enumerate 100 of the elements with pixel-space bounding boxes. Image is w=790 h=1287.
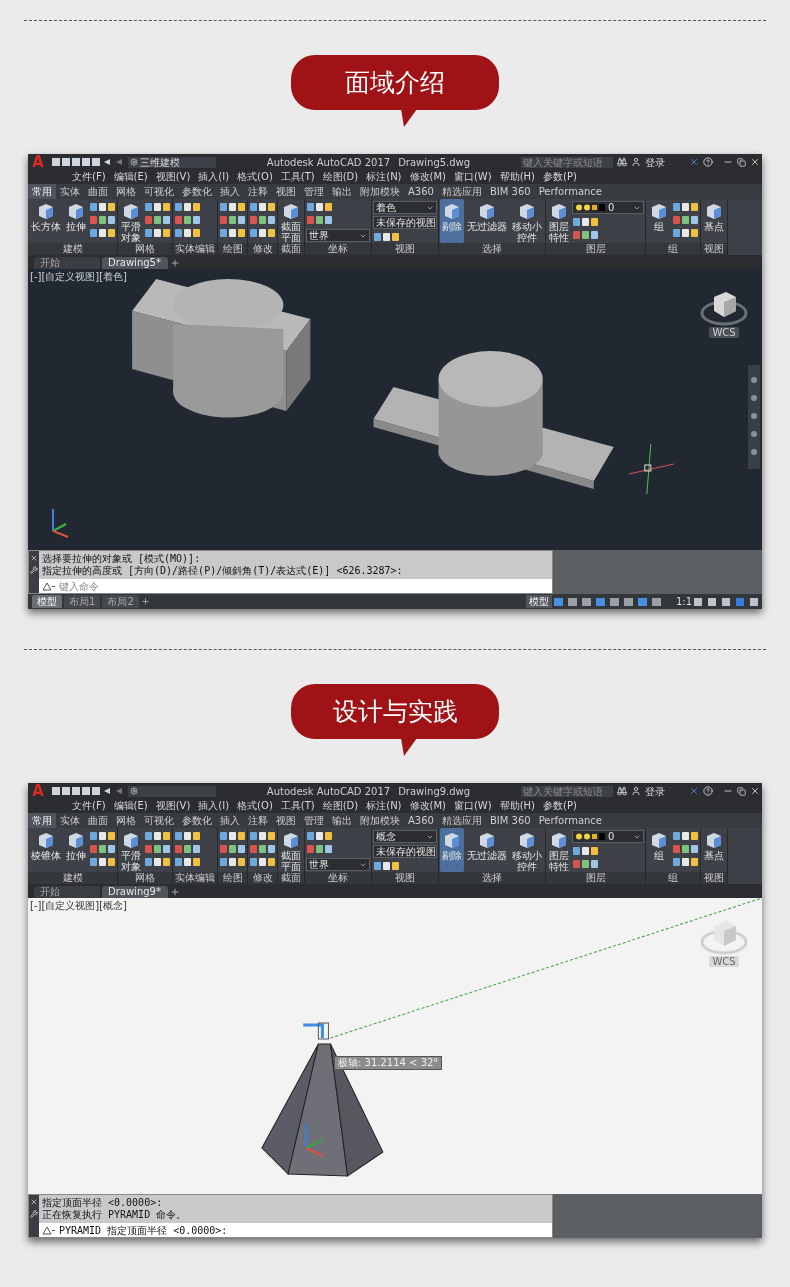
menu-item[interactable]: 文件(F) — [68, 799, 110, 813]
ribbon-tab[interactable]: 精选应用 — [437, 813, 486, 828]
ribbon-tab[interactable]: 视图 — [272, 813, 300, 828]
ribbon-button[interactable]: 基点 — [702, 828, 726, 872]
tool-icons-drawing[interactable] — [174, 201, 201, 240]
panel-title[interactable]: 绘图 — [218, 243, 247, 255]
search-field[interactable]: 键入关键字或短语 — [521, 156, 613, 168]
panel-title[interactable]: 建模 — [28, 872, 117, 884]
ribbon-button[interactable]: 截面平面 — [279, 828, 303, 872]
ribbon-button[interactable]: 组 — [647, 828, 671, 872]
viewport-label[interactable]: [-][自定义视图][着色] — [30, 271, 128, 282]
tool-icons-drawing[interactable] — [373, 860, 400, 873]
layer-dropdown[interactable]: 0 — [572, 830, 644, 843]
tool-icons-drawing[interactable] — [572, 216, 599, 242]
menu-item[interactable]: 插入(I) — [194, 799, 234, 813]
ribbon-tab[interactable]: A360 — [404, 813, 438, 828]
restore-icon[interactable] — [737, 786, 746, 796]
panel-title[interactable]: 视图 — [372, 243, 438, 255]
ribbon-button[interactable]: 拉伸 — [64, 828, 88, 872]
ribbon-button[interactable]: 剔除 — [440, 199, 464, 243]
ribbon-button[interactable]: 拉伸 — [64, 199, 88, 243]
panel-title[interactable]: 组 — [646, 243, 700, 255]
view-dropdown[interactable]: 未保存的视图 — [373, 845, 437, 858]
ribbon-tab[interactable]: 常用 — [28, 813, 56, 828]
layout-tab[interactable]: 布局1 — [64, 595, 101, 608]
menu-item[interactable]: 窗口(W) — [449, 170, 496, 184]
menu-item[interactable]: 绘图(D) — [318, 799, 363, 813]
panel-title[interactable]: 选择 — [439, 243, 545, 255]
ribbon-button[interactable]: 剔除 — [440, 828, 464, 872]
ribbon-button[interactable]: 图层特性 — [547, 828, 571, 872]
login-link[interactable]: 登录 — [645, 783, 665, 799]
layout-tab[interactable]: 模型 — [32, 595, 62, 608]
panel-title[interactable]: 修改 — [248, 872, 277, 884]
file-tab[interactable]: 开始 — [34, 886, 100, 898]
tool-icons-drawing[interactable] — [373, 231, 400, 244]
tool-icons-drawing[interactable] — [174, 830, 201, 869]
quick-access-toolbar[interactable] — [52, 786, 124, 796]
ribbon-tab[interactable]: 实体 — [56, 813, 84, 828]
panel-title[interactable]: 截面 — [278, 243, 304, 255]
tool-icons-drawing[interactable] — [672, 830, 699, 869]
ribbon-button[interactable]: 无过滤器 — [465, 828, 509, 872]
menu-item[interactable]: 视图(V) — [151, 799, 195, 813]
drawing-canvas[interactable]: [-][自定义视图][着色] WCS — [28, 269, 762, 550]
panel-title[interactable]: 选择 — [439, 872, 545, 884]
command-prompt-icon[interactable] — [42, 581, 56, 591]
search-field[interactable]: 键入关键字或短语 — [521, 785, 613, 797]
ribbon-tab[interactable]: BIM 360 — [485, 184, 535, 199]
menu-item[interactable]: 插入(I) — [194, 170, 234, 184]
close-icon[interactable] — [30, 554, 38, 562]
tool-icons-drawing[interactable] — [144, 830, 171, 869]
panel-title[interactable]: 视图 — [372, 872, 438, 884]
ribbon-tab[interactable]: 参数化 — [178, 813, 216, 828]
ribbon-tab[interactable]: 曲面 — [84, 813, 112, 828]
layer-dropdown[interactable]: 0 — [572, 201, 644, 214]
ribbon-button[interactable]: 平滑对象 — [119, 828, 143, 872]
ribbon-tab[interactable]: BIM 360 — [485, 813, 535, 828]
ribbon-button[interactable]: 移动小控件 — [510, 199, 544, 243]
file-tab[interactable]: Drawing9* — [102, 886, 168, 898]
menu-item[interactable]: 参数(P) — [539, 170, 581, 184]
ribbon-tab[interactable]: 管理 — [300, 813, 328, 828]
workspace-dropdown[interactable]: 三维建模 — [128, 156, 216, 168]
view-dropdown[interactable]: 世界 — [306, 858, 370, 871]
quick-access-toolbar[interactable] — [52, 157, 124, 167]
drawing-canvas[interactable]: [-][自定义视图][概念] WCS 极轴: 31.2114 < 32° — [28, 898, 762, 1194]
command-prompt-icon[interactable] — [42, 1225, 56, 1235]
menu-item[interactable]: 帮助(H) — [495, 170, 539, 184]
ucs-label[interactable]: WCS — [709, 956, 739, 967]
viewport-label[interactable]: [-][自定义视图][概念] — [30, 900, 128, 911]
panel-title[interactable]: 实体编辑 — [173, 243, 217, 255]
ribbon-button[interactable]: 棱锥体 — [29, 828, 63, 872]
ribbon-button[interactable]: 基点 — [702, 199, 726, 243]
file-tab[interactable]: 开始 — [34, 257, 100, 269]
ribbon-tab[interactable]: Performance — [534, 813, 606, 828]
wrench-icon[interactable] — [30, 1210, 38, 1218]
panel-title[interactable]: 网格 — [118, 243, 172, 255]
tool-icons-drawing[interactable] — [219, 201, 246, 240]
tool-icons-drawing[interactable] — [219, 830, 246, 869]
layout-tab[interactable]: 布局2 — [102, 595, 139, 608]
panel-title[interactable]: 网格 — [118, 872, 172, 884]
new-tab-icon[interactable] — [170, 258, 180, 268]
ribbon-button[interactable]: 组 — [647, 199, 671, 243]
tool-icons-drawing[interactable] — [89, 830, 116, 869]
user-icon[interactable] — [631, 157, 641, 167]
navigation-bar[interactable] — [748, 365, 760, 469]
menu-item[interactable]: 格式(O) — [233, 170, 277, 184]
menu-item[interactable]: 编辑(E) — [109, 170, 152, 184]
menu-item[interactable]: 标注(N) — [362, 170, 406, 184]
tool-icons-drawing[interactable] — [249, 201, 276, 240]
menu-item[interactable]: 标注(N) — [362, 799, 406, 813]
menu-item[interactable]: 参数(P) — [539, 799, 581, 813]
ribbon-tab[interactable]: 插入 — [216, 813, 244, 828]
ribbon-button[interactable]: 平滑对象 — [119, 199, 143, 243]
menu-item[interactable]: 格式(O) — [233, 799, 277, 813]
help-icon[interactable] — [703, 157, 713, 167]
menu-item[interactable]: 窗口(W) — [449, 799, 496, 813]
view-dropdown[interactable]: 概念 — [373, 830, 437, 843]
tool-icons-drawing[interactable] — [249, 830, 276, 869]
ribbon-tab[interactable]: 网格 — [112, 813, 140, 828]
panel-title[interactable]: 实体编辑 — [173, 872, 217, 884]
ribbon-tab[interactable]: 管理 — [300, 184, 328, 199]
